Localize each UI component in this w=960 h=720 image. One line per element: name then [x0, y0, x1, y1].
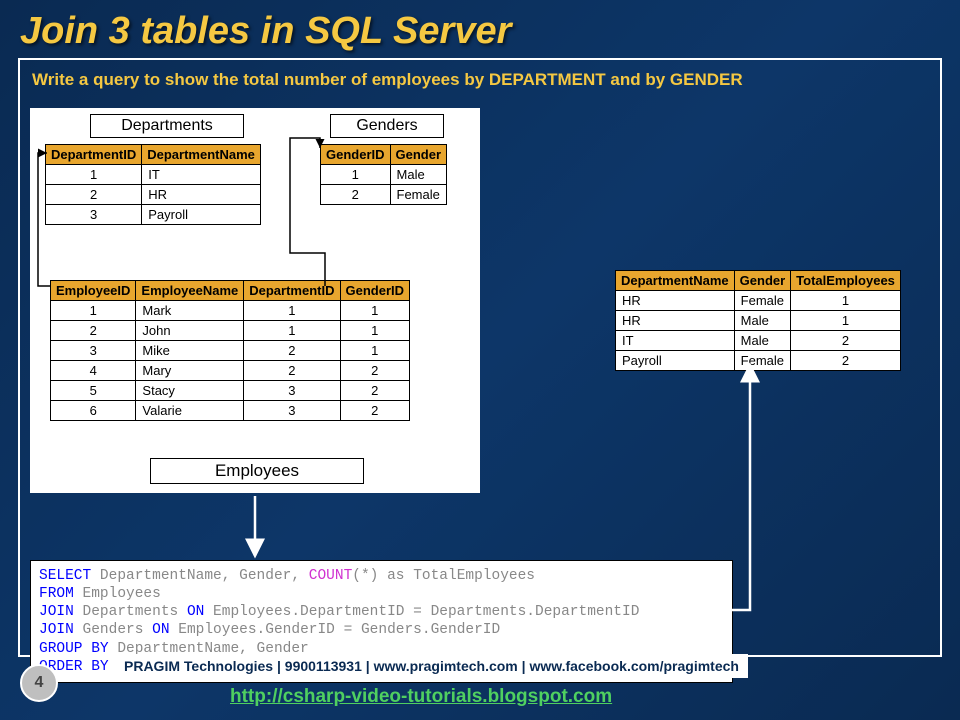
result-table: DepartmentName Gender TotalEmployees HRF…: [615, 270, 901, 371]
footer-link[interactable]: http://csharp-video-tutorials.blogspot.c…: [230, 686, 612, 708]
genders-table: GenderIDGender 1Male 2Female: [320, 144, 447, 205]
subtitle-text: Write a query to show the total number o…: [20, 60, 940, 98]
departments-label: Departments: [90, 114, 244, 138]
result-panel: DepartmentName Gender TotalEmployees HRF…: [615, 270, 901, 371]
footer-info-bar: PRAGIM Technologies | 9900113931 | www.p…: [115, 654, 748, 678]
content-border: Write a query to show the total number o…: [18, 58, 942, 657]
employees-label: Employees: [150, 458, 364, 484]
source-tables-panel: Departments Genders Employees Department…: [30, 108, 480, 493]
departments-table: DepartmentIDDepartmentName 1IT 2HR 3Payr…: [45, 144, 261, 225]
employees-table: EmployeeID EmployeeName DepartmentID Gen…: [50, 280, 410, 421]
page-number-badge: 4: [20, 664, 58, 702]
page-title: Join 3 tables in SQL Server: [0, 0, 960, 58]
genders-label: Genders: [330, 114, 444, 138]
